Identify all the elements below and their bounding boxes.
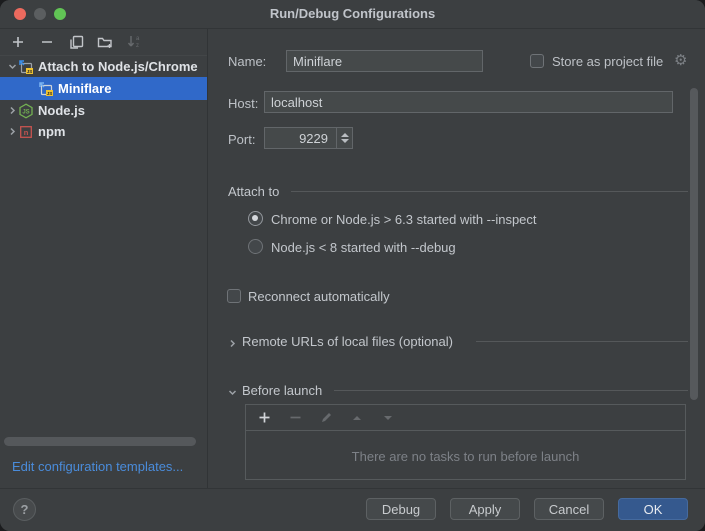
host-label: Host: [228, 96, 258, 111]
sort-icon: az [126, 34, 142, 50]
edit-icon [318, 410, 334, 426]
tree-item-miniflare-selected[interactable]: JS Miniflare [0, 77, 207, 100]
tree-item-label: Miniflare [58, 81, 111, 96]
store-as-project-file-label: Store as project file [552, 54, 663, 69]
chevron-down-icon[interactable] [6, 62, 18, 71]
chevron-right-icon[interactable] [226, 337, 238, 349]
radio-node-debug-label[interactable]: Node.js < 8 started with --debug [271, 240, 456, 255]
chevron-right-icon[interactable] [6, 106, 18, 115]
host-input[interactable] [264, 91, 673, 113]
radio-chrome-inspect[interactable] [248, 211, 263, 226]
svg-text:z: z [136, 43, 139, 49]
section-separator [476, 341, 688, 342]
name-input[interactable] [286, 50, 483, 72]
radio-node-debug[interactable] [248, 239, 263, 254]
remove-icon [287, 410, 303, 426]
gear-icon[interactable]: ⚙ [674, 53, 687, 68]
tree-item-label: Attach to Node.js/Chrome [38, 59, 198, 74]
nodejs-icon: JS [18, 103, 34, 119]
before-launch-section-label[interactable]: Before launch [242, 383, 322, 398]
name-label: Name: [228, 54, 266, 69]
copy-icon[interactable] [68, 34, 84, 50]
configurations-sidebar: az JS Attach to Node.js/Chrome JS Minifl… [0, 29, 208, 488]
tree-item-attach-node-chrome[interactable]: JS Attach to Node.js/Chrome [0, 56, 207, 77]
debug-button[interactable]: Debug [366, 498, 436, 520]
port-label: Port: [228, 132, 255, 147]
reconnect-automatically-label[interactable]: Reconnect automatically [248, 289, 390, 304]
sidebar-toolbar: az [0, 29, 207, 56]
configuration-form: Name: Store as project file ⚙ Host: Port… [208, 29, 705, 488]
move-up-icon [349, 410, 365, 426]
reconnect-automatically-checkbox[interactable] [227, 289, 241, 303]
attach-config-icon: JS [18, 59, 34, 75]
svg-text:JS: JS [22, 109, 29, 115]
tree-item-label: npm [38, 124, 65, 139]
dialog-footer: ? Debug Apply Cancel OK [0, 488, 705, 531]
svg-text:JS: JS [27, 68, 33, 73]
attach-to-section-label: Attach to [228, 184, 279, 199]
section-separator [291, 191, 688, 192]
stepper-down-icon[interactable] [341, 139, 349, 143]
title-bar: Run/Debug Configurations [0, 0, 705, 29]
port-stepper-buttons[interactable] [336, 128, 352, 148]
radio-chrome-inspect-label[interactable]: Chrome or Node.js > 6.3 started with --i… [271, 212, 537, 227]
store-as-project-file-checkbox[interactable] [530, 54, 544, 68]
task-list-toolbar [246, 405, 685, 431]
tree-item-label: Node.js [38, 103, 85, 118]
remote-urls-section-label[interactable]: Remote URLs of local files (optional) [242, 334, 453, 349]
help-icon[interactable]: ? [13, 498, 36, 521]
add-icon[interactable] [256, 410, 272, 426]
attach-config-icon: JS [38, 81, 54, 97]
chevron-right-icon[interactable] [6, 127, 18, 136]
svg-text:a: a [136, 36, 140, 42]
port-spinner[interactable]: 9229 [264, 127, 353, 149]
move-down-icon [380, 410, 396, 426]
svg-text:n: n [24, 128, 29, 137]
apply-button[interactable]: Apply [450, 498, 520, 520]
new-folder-icon[interactable] [97, 34, 113, 50]
edit-configuration-templates-link[interactable]: Edit configuration templates... [12, 459, 183, 474]
chevron-down-icon[interactable] [226, 386, 238, 398]
run-debug-configurations-dialog: Run/Debug Configurations az [0, 0, 705, 531]
vertical-scrollbar[interactable] [690, 88, 698, 400]
dialog-title: Run/Debug Configurations [0, 6, 705, 21]
remove-icon[interactable] [39, 34, 55, 50]
add-icon[interactable] [10, 34, 26, 50]
no-tasks-message: There are no tasks to run before launch [246, 449, 685, 464]
configurations-tree: JS Attach to Node.js/Chrome JS Miniflare… [0, 56, 207, 142]
before-launch-task-list: There are no tasks to run before launch [245, 404, 686, 480]
port-value[interactable]: 9229 [265, 128, 336, 148]
tree-item-nodejs[interactable]: JS Node.js [0, 100, 207, 121]
tree-item-npm[interactable]: n npm [0, 121, 207, 142]
footer-buttons: Debug Apply Cancel OK [366, 498, 688, 520]
ok-button[interactable]: OK [618, 498, 688, 520]
section-separator [334, 390, 688, 391]
npm-icon: n [18, 124, 34, 140]
svg-text:JS: JS [47, 90, 53, 95]
cancel-button[interactable]: Cancel [534, 498, 604, 520]
stepper-up-icon[interactable] [341, 133, 349, 137]
horizontal-scrollbar[interactable] [4, 437, 196, 446]
